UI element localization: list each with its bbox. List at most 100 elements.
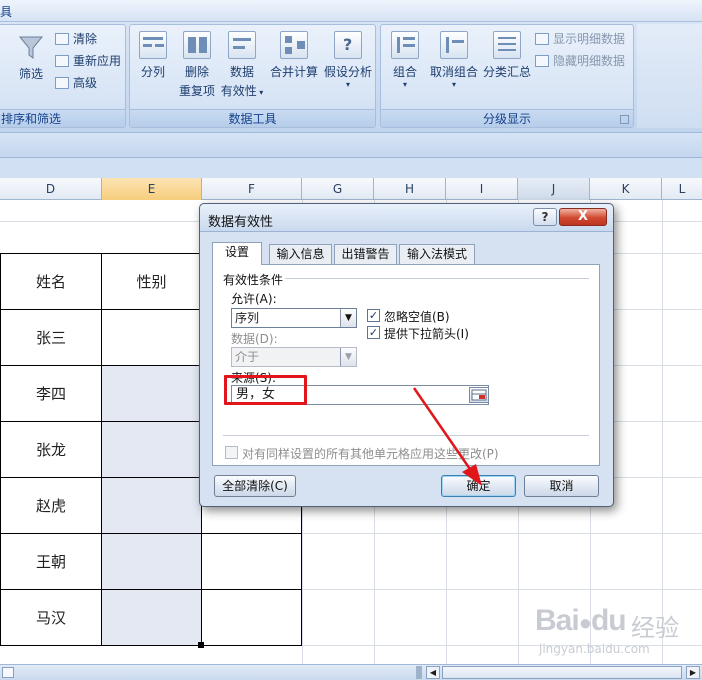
column-header-h[interactable]: H: [374, 178, 446, 200]
chevron-down-icon: ▼: [340, 348, 356, 366]
help-button[interactable]: ?: [533, 208, 557, 226]
ungroup-label: 取消组合: [429, 65, 478, 79]
group-sort-filter: 筛选 清除 重新应用 高级 排序和筛选: [0, 24, 126, 128]
apply-all-checkbox[interactable]: [225, 446, 238, 459]
subtotal-button[interactable]: 分类汇总: [481, 31, 533, 80]
gridline: [662, 200, 663, 664]
ignore-blank-checkbox[interactable]: ✓: [367, 309, 380, 322]
chevron-down-icon: ▾: [256, 88, 264, 97]
advanced-filter-button[interactable]: 高级: [55, 73, 97, 93]
hide-detail-label: 隐藏明细数据: [553, 54, 626, 68]
cell-name[interactable]: 王朝: [0, 533, 102, 590]
group-label-sort-filter: 排序和筛选: [0, 109, 125, 127]
data-select-value: 介于: [235, 350, 260, 364]
dialog-title-bar[interactable]: 数据有效性 ? X: [200, 204, 613, 232]
group-data-tools: 分列 删除 重复项 数据 有效性 ▾ 合并计算 ? 假设分析 ▾ 数据工具: [129, 24, 376, 128]
sheet-tabs-and-scrollbar: ◀ ▶: [0, 664, 702, 680]
dialog-launcher-icon[interactable]: [620, 115, 629, 124]
reapply-button[interactable]: 重新应用: [55, 51, 121, 71]
column-header-f[interactable]: F: [202, 178, 302, 200]
group-outline: 组合 ▾ 取消组合 ▾ 分类汇总 显示明细数据 隐藏明细数据 分级显示: [380, 24, 634, 128]
column-header-g[interactable]: G: [302, 178, 374, 200]
column-header-l[interactable]: L: [662, 178, 702, 200]
dropdown-arrow-label: 提供下拉箭头(I): [384, 327, 469, 341]
cell-gender[interactable]: [101, 421, 202, 478]
chevron-down-icon: ▾: [345, 80, 350, 89]
data-select: 介于 ▼: [231, 347, 357, 367]
cell-gender[interactable]: [101, 365, 202, 422]
column-header-e[interactable]: E: [102, 178, 202, 200]
data-validation-button[interactable]: 数据 有效性 ▾: [220, 31, 264, 99]
horizontal-scrollbar-thumb[interactable]: [442, 666, 682, 679]
tab-error-alert[interactable]: 出错警告: [334, 244, 397, 264]
remove-duplicates-label-2: 重复项: [178, 84, 215, 98]
divider: [285, 278, 589, 279]
dialog-title: 数据有效性: [208, 215, 274, 230]
scroll-left-icon[interactable]: ◀: [426, 666, 440, 679]
ungroup-button[interactable]: 取消组合 ▾: [425, 31, 483, 89]
tab-settings[interactable]: 设置: [212, 242, 262, 265]
watermark-url: jingyan.baidu.com: [539, 642, 650, 656]
cell-name[interactable]: 李四: [0, 365, 102, 422]
ungroup-icon: [440, 31, 468, 59]
chevron-down-icon: ▾: [451, 80, 456, 89]
group-label-outline: 分级显示: [381, 109, 633, 127]
close-button[interactable]: X: [559, 208, 607, 226]
show-detail-button[interactable]: 显示明细数据: [535, 29, 625, 49]
advanced-label: 高级: [73, 76, 98, 90]
ribbon-tab-fragment[interactable]: 具: [0, 3, 12, 20]
column-header-d[interactable]: D: [0, 178, 102, 200]
consolidate-icon: [280, 31, 308, 59]
cell-f[interactable]: [201, 589, 302, 646]
filter-label: 筛选: [18, 67, 43, 81]
data-validation-label-1: 数据: [229, 65, 254, 79]
cell-name[interactable]: 马汉: [0, 589, 102, 646]
cell-gender[interactable]: [101, 477, 202, 534]
column-header-i[interactable]: I: [446, 178, 518, 200]
cell-gender[interactable]: [101, 589, 202, 646]
hide-detail-button[interactable]: 隐藏明细数据: [535, 51, 625, 71]
ignore-blank-label: 忽略空值(B): [384, 310, 450, 324]
filter-button[interactable]: 筛选: [11, 33, 51, 82]
show-detail-icon: [535, 33, 549, 45]
cancel-button[interactable]: 取消: [524, 475, 599, 497]
scroll-right-icon[interactable]: ▶: [686, 666, 700, 679]
cell-name[interactable]: 赵虎: [0, 477, 102, 534]
advanced-filter-icon: [55, 77, 69, 89]
fill-handle[interactable]: [198, 642, 204, 648]
cell-f[interactable]: [201, 533, 302, 590]
remove-duplicates-button[interactable]: 删除 重复项: [174, 31, 220, 99]
reapply-icon: [55, 55, 69, 67]
group-rows-button[interactable]: 组合 ▾: [385, 31, 425, 89]
allow-select[interactable]: 序列 ▼: [231, 308, 357, 328]
source-highlight-box: [224, 375, 307, 405]
dropdown-arrow-checkbox[interactable]: ✓: [367, 326, 380, 339]
tab-split-handle[interactable]: [416, 666, 422, 679]
cell-name[interactable]: 张三: [0, 309, 102, 366]
consolidate-button[interactable]: 合并计算: [266, 31, 322, 80]
insert-sheet-icon[interactable]: [2, 667, 14, 678]
clear-filter-button[interactable]: 清除: [55, 29, 97, 49]
validation-criteria-heading: 有效性条件: [223, 273, 284, 287]
cell-name[interactable]: 张龙: [0, 421, 102, 478]
cell-gender[interactable]: [101, 533, 202, 590]
what-if-icon: ?: [334, 31, 362, 59]
ribbon: 具 筛选 清除 重新应用 高级 排序和筛选 分列 删除 重复项 数据 有效性 ▾: [0, 0, 702, 132]
clear-all-button[interactable]: 全部清除(C): [214, 475, 296, 497]
cell-gender[interactable]: [101, 309, 202, 366]
tab-input-message[interactable]: 输入信息: [269, 244, 332, 264]
formula-bar: [0, 132, 702, 158]
cell-name-header[interactable]: 姓名: [0, 253, 102, 310]
text-to-columns-button[interactable]: 分列: [136, 31, 170, 80]
tab-ime-mode[interactable]: 输入法模式: [399, 244, 475, 264]
hide-detail-icon: [535, 55, 549, 67]
remove-duplicates-icon: [183, 31, 211, 59]
column-header-k[interactable]: K: [590, 178, 662, 200]
what-if-analysis-button[interactable]: ? 假设分析 ▾: [322, 31, 374, 89]
column-header-j[interactable]: J: [518, 178, 590, 200]
cell-gender-header[interactable]: 性别: [101, 253, 202, 310]
clear-filter-icon: [55, 33, 69, 45]
data-validation-icon: [228, 31, 256, 59]
chevron-down-icon[interactable]: ▼: [340, 309, 356, 327]
group-icon: [391, 31, 419, 59]
